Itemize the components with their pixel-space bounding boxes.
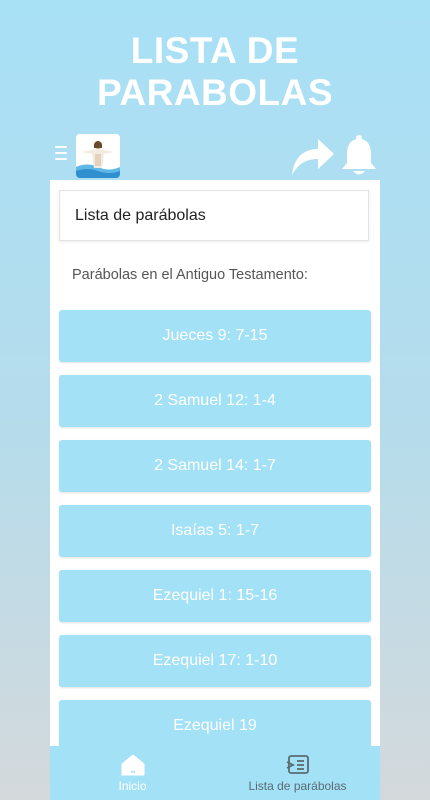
phone-screen: Lista de parábolas Parábolas en el Antig… <box>50 180 380 800</box>
nav-label-lista: Lista de parábolas <box>248 779 347 793</box>
promo-title-line2: PARABOLAS <box>96 72 334 113</box>
reference-list: Jueces 9: 7-15 2 Samuel 12: 1-4 2 Samuel… <box>59 310 371 765</box>
reference-button[interactable]: 2 Samuel 12: 1-4 <box>59 375 371 427</box>
reference-button[interactable]: Ezequiel 1: 15-16 <box>59 570 371 622</box>
hamburger-icon[interactable] <box>55 146 67 162</box>
reference-button[interactable]: 2 Samuel 14: 1-7 <box>59 440 371 492</box>
app-bar <box>50 130 380 180</box>
reference-button[interactable]: Ezequiel 17: 1-10 <box>59 635 371 687</box>
reference-button[interactable]: Isaías 5: 1-7 <box>59 505 371 557</box>
promo-title-line1: LISTA DE <box>130 30 300 71</box>
reference-button[interactable]: Jueces 9: 7-15 <box>59 310 371 362</box>
home-icon <box>121 754 145 776</box>
bottom-nav: Inicio Lista de parábolas <box>50 746 380 800</box>
page-header-card: Lista de parábolas <box>59 190 369 241</box>
nav-label-inicio: Inicio <box>118 779 147 793</box>
section-label: Parábolas en el Antiguo Testamento: <box>72 267 308 283</box>
page-title: Lista de parábolas <box>75 207 206 224</box>
list-icon <box>286 754 310 776</box>
share-arrow-icon[interactable] <box>290 135 336 179</box>
promo-title: LISTA DE PARABOLAS <box>0 30 430 114</box>
jesus-figure-logo <box>76 134 120 178</box>
nav-item-inicio[interactable]: Inicio <box>50 746 215 800</box>
nav-item-lista[interactable]: Lista de parábolas <box>215 746 380 800</box>
reference-button[interactable]: Ezequiel 19 <box>59 700 371 752</box>
bell-icon[interactable] <box>339 134 379 178</box>
